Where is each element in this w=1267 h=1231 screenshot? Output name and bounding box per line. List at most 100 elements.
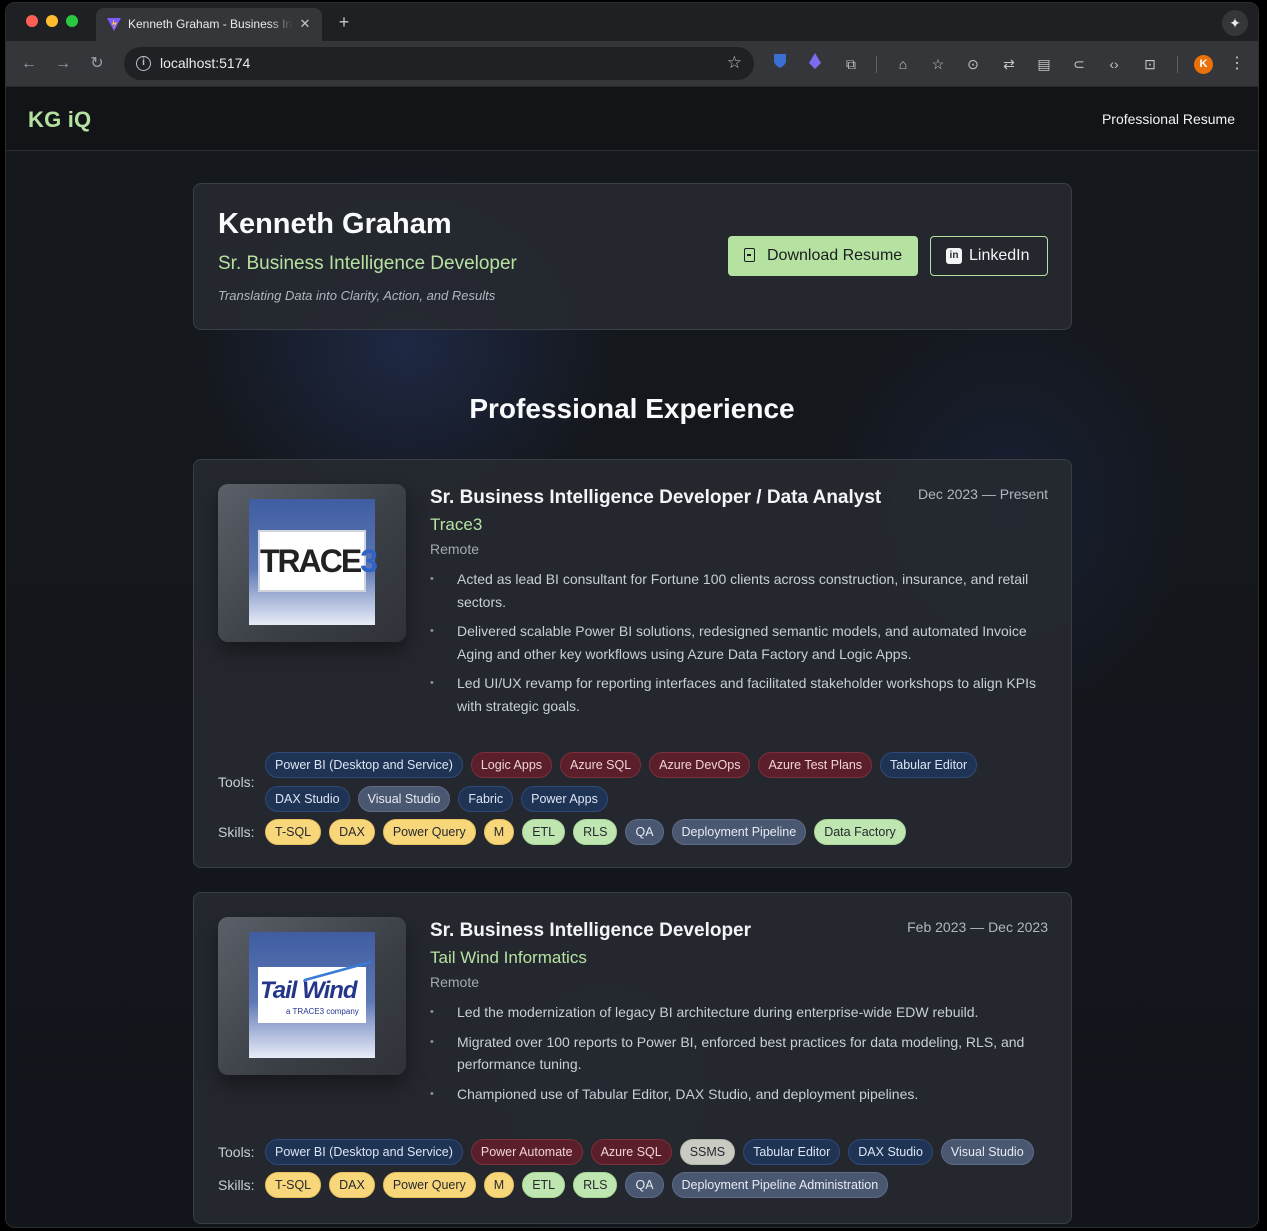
document-icon [744,248,755,262]
address-url[interactable]: localhost:5174 [160,55,250,71]
job-title: Sr. Business Intelligence Developer [430,920,752,941]
gemini-icon[interactable]: ✦ [1222,10,1248,36]
job-location: Remote [430,541,480,557]
bookmarks-icon[interactable]: ☆ [927,53,949,75]
tools-chips: Power BI (Desktop and Service) Power Auto… [265,1139,1055,1165]
tag-chip: DAX Studio [265,786,350,812]
linkedin-button[interactable]: in LinkedIn [930,236,1048,276]
linkedin-icon: in [946,248,962,264]
address-bar[interactable]: i localhost:5174 ☆ [124,47,754,80]
tag-chip: Azure SQL [560,752,642,778]
profile-avatar[interactable]: K [1194,55,1213,74]
tools-row: Tools: Power BI (Desktop and Service) Pow… [218,1139,1055,1165]
extension-purple-icon[interactable] [804,53,826,75]
tag-chip: ETL [522,1172,566,1198]
maximize-window-button[interactable] [66,15,78,27]
hero-card: Kenneth Graham Sr. Business Intelligence… [193,183,1072,330]
job-location: Remote [430,974,480,990]
translate-icon[interactable]: ⇄ [998,53,1020,75]
back-icon[interactable]: ← [18,53,40,75]
tag-chip: DAX Studio [848,1139,933,1165]
tag-chip: Power BI (Desktop and Service) [265,1139,463,1165]
list-item: Acted as lead BI consultant for Fortune … [430,568,1050,613]
site-logo[interactable]: KG iQ [28,107,91,133]
minimize-window-button[interactable] [46,15,58,27]
page-viewport: KG iQ Professional Resume Kenneth Graham… [6,87,1258,1227]
company-logo-frame: Tail Wind a TRACE3 company [218,917,406,1075]
tag-chip: Deployment Pipeline [671,819,807,845]
list-item: Led UI/UX revamp for reporting interface… [430,672,1050,717]
browser-toolbar: ← → ↻ i localhost:5174 ☆ ⧉ ⌂ ☆ ⊙ ⇄ ▤ ⊂ ‹… [6,41,1258,87]
tag-chip: M [483,819,515,845]
trace3-logo: TRACE3 [249,499,378,625]
tag-chip: Power Automate [470,1139,583,1165]
tag-chip: Power Query [382,819,476,845]
tab-active[interactable]: Kenneth Graham - Business Intelligence D… [96,8,322,41]
tab-title: Kenneth Graham - Business Intelligence D… [128,17,293,31]
reading-mode-icon[interactable]: ▤ [1033,53,1055,75]
tag-chip: M [483,1172,515,1198]
site-info-icon[interactable]: i [136,56,151,71]
screenshot-icon[interactable]: ⊙ [962,53,984,75]
bitwarden-extension-icon[interactable] [769,53,791,75]
list-item: Delivered scalable Power BI solutions, r… [430,620,1050,665]
tag-chip: DAX [329,819,375,845]
tag-chip: Tabular Editor [880,752,978,778]
professional-resume-link[interactable]: Professional Resume [1102,111,1235,127]
tools-row: Tools: Power BI (Desktop and Service) Log… [218,752,1055,812]
tag-chip: Azure DevOps [649,752,751,778]
tools-label: Tools: [218,774,255,790]
forward-icon[interactable]: → [52,53,74,75]
tab-strip: Kenneth Graham - Business Intelligence D… [6,3,1258,41]
tag-chip: QA [625,819,664,845]
list-item: Championed use of Tabular Editor, DAX St… [430,1083,1050,1106]
new-tab-button[interactable]: + [333,11,355,33]
tag-chip: ETL [522,819,566,845]
bookmark-star-icon[interactable]: ☆ [727,53,742,73]
job-company: Tail Wind Informatics [430,948,587,967]
download-resume-button[interactable]: Download Resume [728,236,918,276]
menu-kebab-icon[interactable]: ⋮ [1228,53,1246,75]
search-tab-icon[interactable]: ⊡ [1139,53,1161,75]
incognito-icon[interactable]: ⌂ [892,53,914,75]
list-item: Migrated over 100 reports to Power BI, e… [430,1031,1050,1076]
profile-title: Sr. Business Intelligence Developer [218,253,517,274]
extensions-puzzle-icon[interactable]: ⧉ [840,53,862,75]
tag-chip: Azure SQL [590,1139,672,1165]
tag-chip: Power Query [382,1172,476,1198]
job-bullets: Led the modernization of legacy BI archi… [430,1001,1050,1112]
skills-row: Skills: T-SQL DAX Power Query M ETL RLS QA Depl… [218,1172,1055,1198]
job-card: Tail Wind a TRACE3 company Sr. Business … [193,892,1072,1224]
tailwind-logo: Tail Wind a TRACE3 company [249,932,375,1058]
tag-chip: Data Factory [814,819,906,845]
skills-label: Skills: [218,1177,255,1193]
job-dates: Feb 2023 — Dec 2023 [907,919,1048,935]
job-card: TRACE3 Sr. Business Intelligence Develop… [193,459,1072,868]
job-dates: Dec 2023 — Present [918,486,1048,502]
vite-favicon-icon [107,18,121,31]
devtools-code-icon[interactable]: ‹› [1103,53,1125,75]
tag-chip: QA [625,1172,664,1198]
tag-chip: Azure Test Plans [758,752,873,778]
tag-chip: RLS [573,819,618,845]
tag-chip: Visual Studio [357,786,451,812]
download-resume-label: Download Resume [767,247,903,264]
list-item: Led the modernization of legacy BI archi… [430,1001,1050,1024]
tag-chip: Power BI (Desktop and Service) [265,752,463,778]
tag-chip: DAX [329,1172,375,1198]
reload-icon[interactable]: ↻ [86,53,108,75]
profile-tagline: Translating Data into Clarity, Action, a… [218,288,496,303]
site-header: KG iQ Professional Resume [6,87,1258,151]
tab-close-icon[interactable]: ✕ [296,15,314,33]
linkedin-label: LinkedIn [969,247,1030,264]
tag-chip: Logic Apps [470,752,553,778]
tag-chip: T-SQL [265,1172,322,1198]
link-icon[interactable]: ⊂ [1068,53,1090,75]
skills-chips: T-SQL DAX Power Query M ETL RLS QA Deployment P… [265,819,1055,845]
toolbar-divider [876,56,877,73]
close-window-button[interactable] [26,15,38,27]
tag-chip: Deployment Pipeline Administration [671,1172,889,1198]
job-bullets: Acted as lead BI consultant for Fortune … [430,568,1050,724]
skills-label: Skills: [218,824,255,840]
section-title: Professional Experience [469,393,795,424]
